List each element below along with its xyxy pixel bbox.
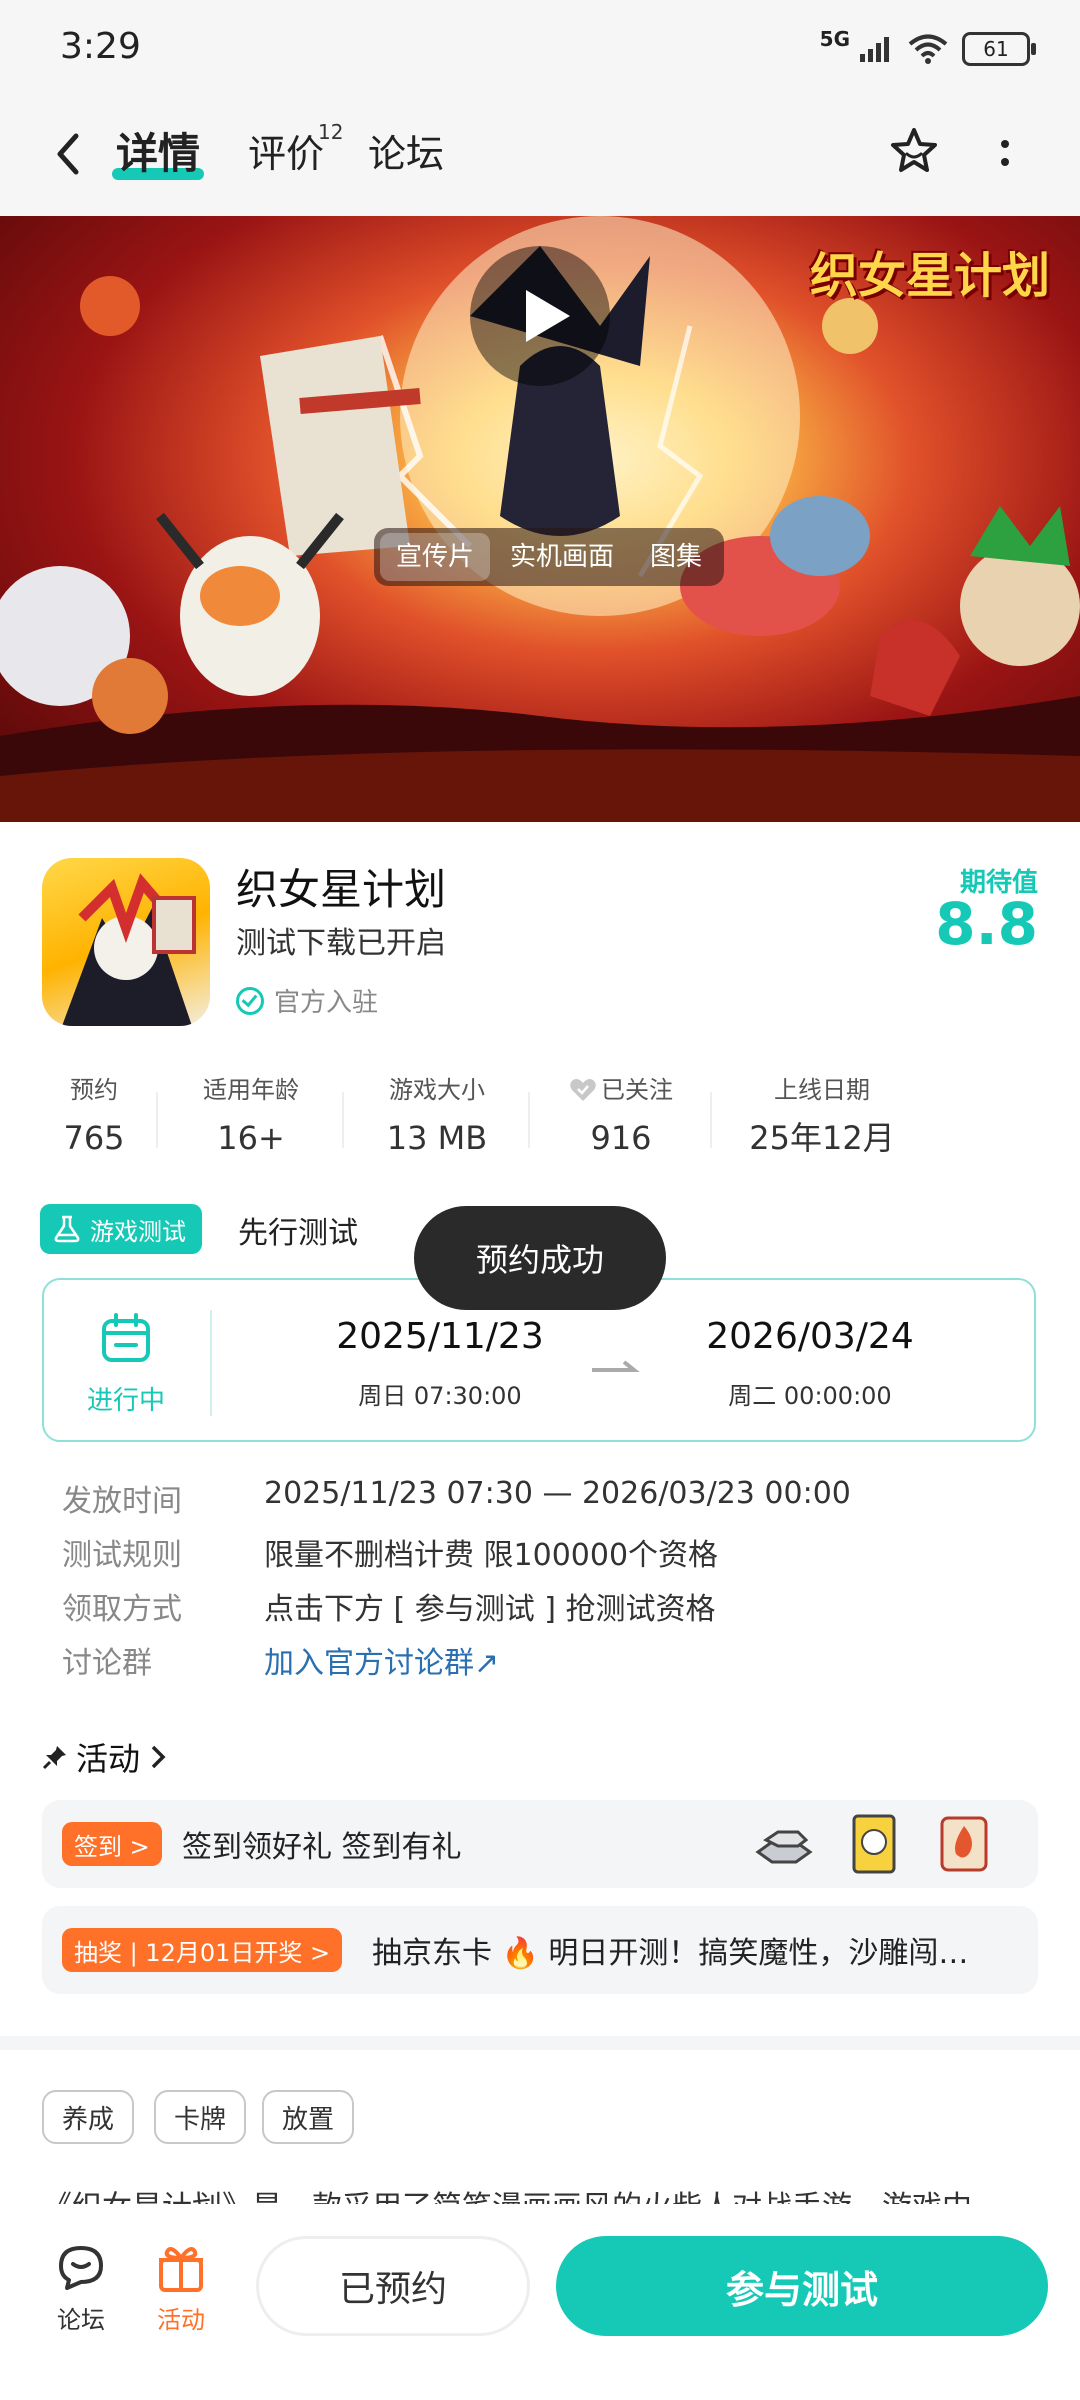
detail-label: 测试规则: [62, 1538, 182, 1573]
official-label: 官方入驻: [274, 988, 379, 1018]
media-tab-trailer[interactable]: 宣传片: [380, 533, 491, 581]
stat-age-rating: 适用年龄 16+: [158, 1070, 344, 1170]
game-test-badge: 游戏测试: [40, 1204, 202, 1254]
stat-label: 上线日期: [774, 1076, 870, 1104]
activity-button[interactable]: 活动: [136, 2240, 226, 2335]
status-icons: 5G 61: [819, 24, 1036, 74]
stat-release-date: 上线日期 25年12月: [712, 1070, 932, 1170]
stat-label: 游戏大小: [389, 1076, 485, 1104]
fire-card-icon: [940, 1816, 988, 1872]
game-subtitle: 测试下载已开启: [236, 926, 446, 961]
activity-label: 活动: [157, 2306, 205, 2334]
signal-icon: [860, 37, 889, 62]
detail-label: 讨论群: [62, 1646, 152, 1681]
battery-icon: 61: [962, 32, 1036, 66]
tab-forum[interactable]: 论坛: [368, 124, 444, 184]
chevron-right-icon: [151, 1745, 166, 1769]
status-time: 3:29: [60, 26, 141, 67]
pin-icon: [42, 1746, 66, 1770]
game-app-icon: [42, 858, 210, 1026]
forum-label: 论坛: [57, 2306, 105, 2334]
silver-ingot-icon: [755, 1830, 813, 1864]
battery-level: 61: [983, 37, 1009, 61]
back-arrow-icon[interactable]: [48, 124, 88, 184]
detail-value: 限量不删档计费 限100000个资格: [264, 1538, 719, 1573]
activity-lottery[interactable]: 抽奖 | 12月01日开奖 > 抽京东卡 🔥 明日开测！搞笑魔性，沙雕闯…: [42, 1906, 1038, 1994]
stat-value: 13 MB: [386, 1119, 488, 1157]
play-button[interactable]: [470, 246, 610, 386]
play-icon: [526, 290, 570, 342]
toast-message: 预约成功: [414, 1206, 666, 1310]
calendar-icon: [102, 1313, 150, 1362]
stat-followers[interactable]: 已关注 916: [530, 1070, 712, 1170]
activities-header[interactable]: 活动: [42, 1734, 168, 1780]
reserved-button[interactable]: 已预约: [256, 2236, 530, 2336]
stat-label: 已关注: [601, 1076, 673, 1104]
media-tab-gallery[interactable]: 图集: [634, 533, 718, 581]
stat-label-row: 已关注: [530, 1070, 712, 1110]
wifi-icon: [908, 34, 948, 64]
stat-game-size: 游戏大小 13 MB: [344, 1070, 530, 1170]
genre-tag[interactable]: 卡牌: [154, 2090, 247, 2144]
test-end-time: 周二 00:00:00: [728, 1382, 892, 1410]
app-icon-artwork: [62, 873, 196, 1026]
genre-tag[interactable]: 放置: [262, 2090, 355, 2144]
activity-text: 抽京东卡 🔥 明日开测！搞笑魔性，沙雕闯…: [372, 1936, 969, 1971]
stat-value: 765: [63, 1119, 125, 1157]
expectation-score: 8.8: [935, 890, 1038, 958]
character-card-icon: [852, 1814, 896, 1874]
section-divider: [0, 2036, 1080, 2050]
divider: [210, 1310, 212, 1416]
activity-text: 签到领好礼 签到有礼: [182, 1830, 462, 1865]
media-tab-gameplay[interactable]: 实机画面: [494, 533, 630, 581]
test-tube-icon: [54, 1215, 80, 1243]
lottery-tag: 抽奖 | 12月01日开奖 >: [62, 1928, 343, 1972]
detail-label: 发放时间: [62, 1484, 182, 1519]
arrow-right-icon: [592, 1360, 640, 1372]
stat-label: 预约: [70, 1076, 118, 1104]
game-test-label: 游戏测试: [90, 1217, 186, 1246]
tab-reviews[interactable]: 评价: [248, 124, 324, 184]
checkin-tag: 签到 >: [62, 1822, 162, 1866]
stat-value: 916: [590, 1119, 652, 1157]
gift-icon: [159, 2247, 203, 2292]
test-end-date: 2026/03/24: [706, 1316, 914, 1357]
test-status: 进行中: [86, 1386, 165, 1416]
detail-label: 领取方式: [62, 1592, 182, 1627]
official-badge: 官方入驻: [236, 982, 378, 1019]
stat-reservations: 预约 765: [30, 1070, 158, 1170]
stat-value: 25年12月: [749, 1119, 895, 1157]
genre-tag[interactable]: 养成: [42, 2090, 135, 2144]
test-type-label: 先行测试: [238, 1216, 358, 1251]
activity-checkin[interactable]: 签到 > 签到领好礼 签到有礼: [42, 1800, 1038, 1888]
stat-label: 适用年龄: [203, 1076, 299, 1104]
forum-button[interactable]: 论坛: [36, 2240, 126, 2335]
chat-bubble-icon: [59, 2246, 103, 2290]
detail-value: 2025/11/23 07:30 — 2026/03/23 00:00: [264, 1476, 851, 1511]
activities-title: 活动: [76, 1740, 141, 1778]
media-tabs: 宣传片 实机画面 图集: [374, 528, 725, 586]
stat-value: 16+: [217, 1119, 285, 1157]
banner-logo: 织女星计划: [809, 248, 1050, 304]
game-title: 织女星计划: [236, 865, 447, 914]
verified-check-icon: [236, 986, 264, 1015]
heart-icon: [570, 1079, 596, 1101]
more-options-icon[interactable]: [990, 134, 1020, 174]
game-stats: 预约 765 适用年龄 16+ 游戏大小 13 MB 已关注 916 上线日期 …: [30, 1070, 1050, 1170]
reviews-count-badge: 12: [318, 120, 344, 144]
detail-value: 点击下方 [ 参与测试 ] 抢测试资格: [264, 1592, 716, 1627]
favorite-star-icon[interactable]: [886, 124, 942, 180]
network-type: 5G: [819, 27, 850, 51]
tab-details[interactable]: 详情: [116, 124, 200, 184]
join-test-button[interactable]: 参与测试: [556, 2236, 1048, 2336]
test-start-time: 周日 07:30:00: [358, 1382, 522, 1410]
join-discussion-group-link[interactable]: 加入官方讨论群↗: [264, 1638, 499, 1682]
test-start-date: 2025/11/23: [336, 1316, 544, 1357]
